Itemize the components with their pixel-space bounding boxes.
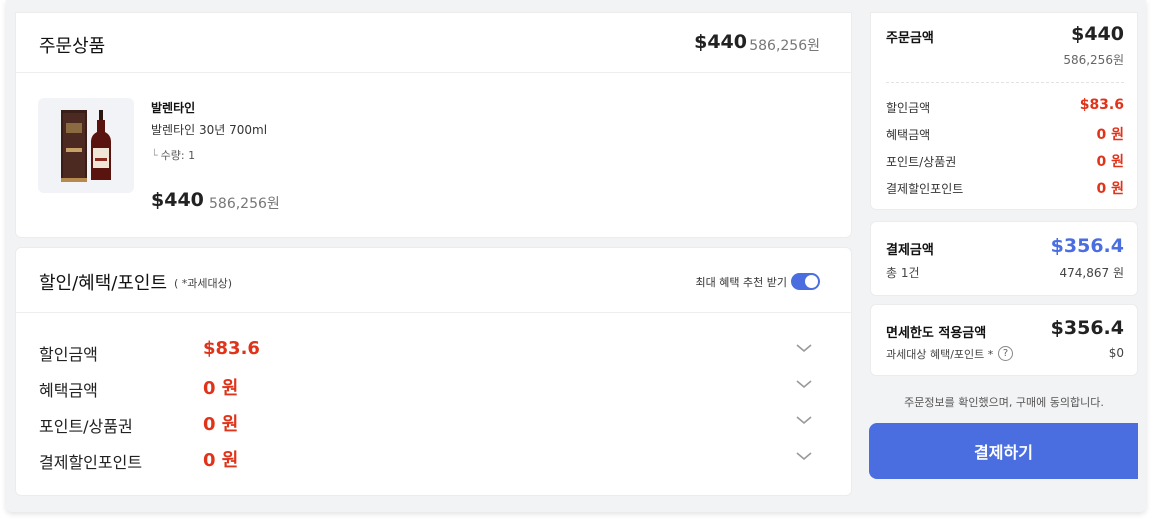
order-amount-title: 주문금액 [886,31,934,46]
product-quantity: └ 수량: 1 [151,147,195,163]
help-icon[interactable]: ? [998,346,1013,361]
summary-row-benefit: 혜택금액 0 원 [886,124,1125,143]
product-name[interactable]: 발렌타인 30년 700ml [151,121,267,138]
summary-row-label: 포인트/상품권 [886,155,957,169]
summary-row-value: 0 원 [1096,154,1125,170]
order-title: 주문상품 [39,36,106,57]
discount-row-discount[interactable]: 할인금액 $83.6 [16,335,851,365]
payment-amount-card: 결제금액 $356.4 총 1건 474,867 원 [870,221,1138,296]
discount-title: 할인/혜택/포인트 [39,273,168,294]
product-price-krw: 586,256원 [209,196,280,212]
order-amount-krw: 586,256원 [1063,53,1124,67]
discount-card: 할인/혜택/포인트 ( *과세대상) 최대 혜택 추천 받기 할인금액 $83.… [15,247,852,496]
payment-count: 총 1건 [886,266,920,280]
corner-icon: └ [151,149,158,162]
summary-row-label: 혜택금액 [886,128,931,142]
chevron-down-icon[interactable] [795,378,813,390]
order-total-usd: $440 [694,31,747,53]
summary-row-label: 할인금액 [886,101,931,115]
order-header: 주문상품 $440 586,256원 [16,13,851,73]
dutyfree-usd: $356.4 [1050,317,1124,339]
divider [16,312,851,313]
max-benefit-toggle[interactable] [791,273,820,290]
discount-row-benefit[interactable]: 혜택금액 0 원 [16,371,851,401]
discount-row-value: $83.6 [203,338,260,359]
discount-note: ( *과세대상) [174,277,233,290]
order-amount-card: 주문금액 $440 586,256원 할인금액 $83.6 혜택금액 0 원 포… [870,12,1138,210]
summary-row-value: 0 원 [1096,181,1125,197]
discount-row-point[interactable]: 포인트/상품권 0 원 [16,407,851,437]
toggle-knob [805,275,818,288]
order-amount-usd: $440 [1071,23,1124,45]
pay-button[interactable]: 결제하기 [869,423,1138,479]
product-price-usd: $440 [151,189,204,211]
summary-row-discount: 할인금액 $83.6 [886,97,1124,115]
product-thumbnail[interactable] [38,98,134,193]
dashed-divider [886,82,1124,83]
taxable-benefit-label: 과세대상 혜택/포인트 * [886,348,994,361]
summary-row-payment-point: 결제할인포인트 0 원 [886,178,1125,197]
discount-row-label: 혜택금액 [39,381,98,400]
payment-amount-krw: 474,867 원 [1059,266,1124,280]
summary-row-point: 포인트/상품권 0 원 [886,151,1125,170]
order-products-card: 주문상품 $440 586,256원 발렌타인 발렌타인 30년 700ml └… [15,12,852,238]
chevron-down-icon[interactable] [795,342,813,354]
dutyfree-limit-card: 면세한도 적용금액 $356.4 과세대상 혜택/포인트 * ? $0 [870,304,1138,376]
whisky-bottle-image [61,110,111,182]
discount-row-value: 0 원 [203,378,239,399]
summary-row-value: $83.6 [1079,97,1124,113]
chevron-down-icon[interactable] [795,450,813,462]
agreement-text: 주문정보를 확인했으며, 구매에 동의합니다. [904,396,1104,409]
discount-row-value: 0 원 [203,414,239,435]
discount-row-label: 결제할인포인트 [39,453,143,472]
discount-row-label: 할인금액 [39,345,98,364]
taxable-benefit-value: $0 [1108,346,1124,360]
max-benefit-label: 최대 혜택 추천 받기 [695,276,787,289]
order-total-krw: 586,256원 [749,38,820,54]
payment-amount-usd: $356.4 [1050,235,1124,257]
summary-row-label: 결제할인포인트 [886,182,964,196]
discount-row-value: 0 원 [203,450,239,471]
quantity-text: 수량: 1 [160,149,196,162]
discount-row-label: 포인트/상품권 [39,417,133,436]
dutyfree-title: 면세한도 적용금액 [886,326,987,341]
summary-row-value: 0 원 [1096,127,1125,143]
discount-row-payment-point[interactable]: 결제할인포인트 0 원 [16,443,851,473]
payment-amount-title: 결제금액 [886,243,934,258]
chevron-down-icon[interactable] [795,414,813,426]
product-brand: 발렌타인 [151,101,196,115]
